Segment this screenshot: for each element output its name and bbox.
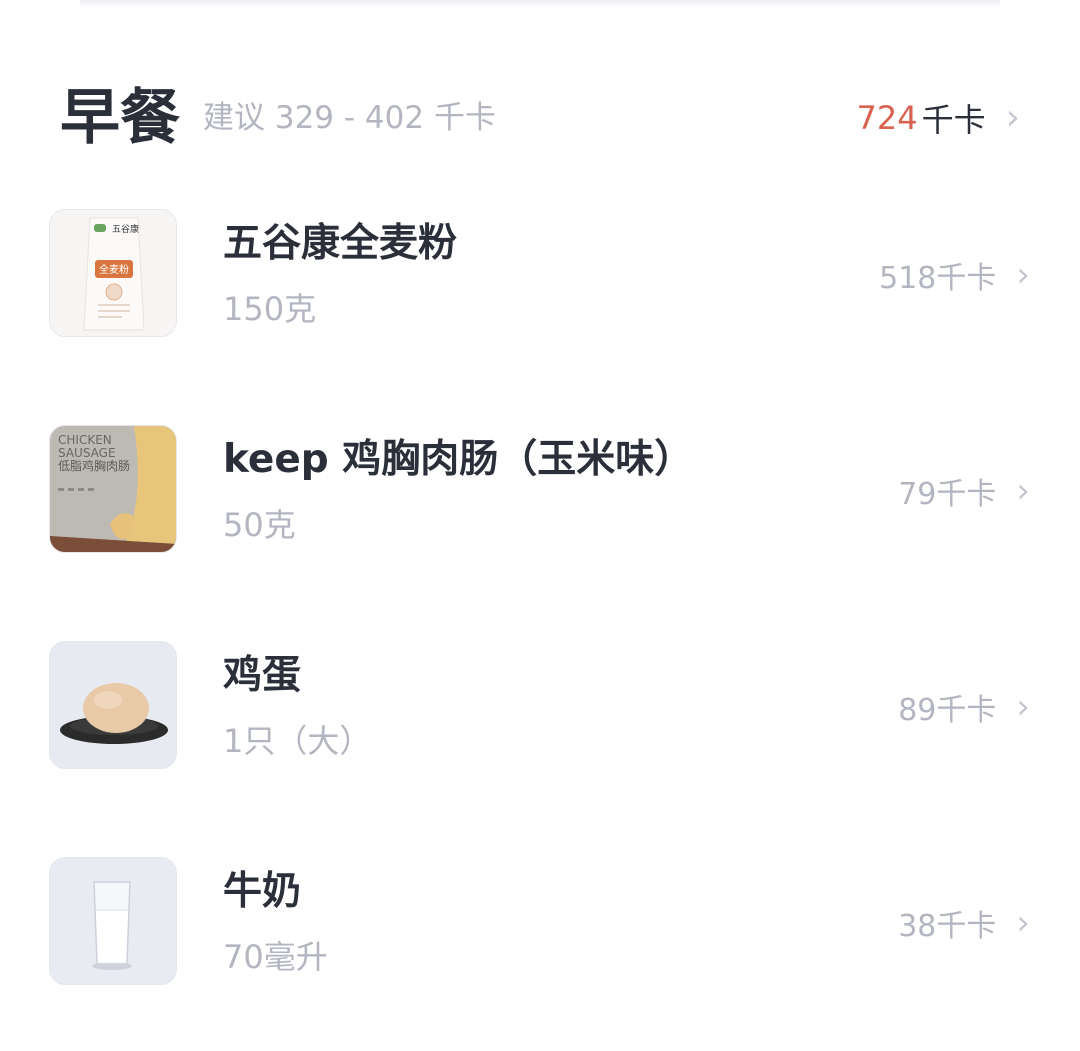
- sausage-pack-icon: CHICKEN SAUSAGE 低脂鸡胸肉肠: [50, 426, 176, 552]
- food-kcal-value: 89千卡: [898, 693, 997, 728]
- food-thumbnail: 五谷康 全麦粉: [49, 209, 177, 337]
- sausage-label-en2: SAUSAGE: [58, 446, 116, 460]
- flour-bag-label: 全麦粉: [99, 263, 129, 276]
- meal-header: 早餐 建议 329 - 402 千卡 724 千卡 ›: [0, 78, 1080, 158]
- food-item-milk[interactable]: 牛奶 70毫升 38千卡 ›: [0, 857, 1080, 987]
- food-item-egg[interactable]: 鸡蛋 1只（大） 89千卡 ›: [0, 641, 1080, 771]
- chevron-right-icon: ›: [1005, 97, 1020, 138]
- chevron-right-icon: ›: [1016, 903, 1030, 943]
- meal-suggestion: 建议 329 - 402 千卡: [203, 100, 496, 136]
- chevron-right-icon: ›: [1016, 471, 1030, 511]
- food-kcal: 38千卡 ›: [898, 901, 1030, 945]
- food-amount: 150克: [223, 290, 317, 328]
- food-item-sausage[interactable]: CHICKEN SAUSAGE 低脂鸡胸肉肠 keep 鸡胸肉肠（玉米味） 50…: [0, 425, 1080, 555]
- meal-total-button[interactable]: 724 千卡 ›: [857, 96, 1021, 140]
- food-amount: 50克: [223, 506, 296, 544]
- meal-title: 早餐: [60, 83, 180, 153]
- food-thumbnail: [49, 641, 177, 769]
- meal-total-value: 724: [856, 99, 918, 137]
- glass-of-milk-icon: [50, 858, 176, 984]
- food-name: 牛奶: [223, 869, 302, 914]
- food-kcal: 89千卡 ›: [898, 685, 1030, 729]
- meal-total-unit: 千卡: [921, 101, 986, 139]
- food-thumbnail: CHICKEN SAUSAGE 低脂鸡胸肉肠: [49, 425, 177, 553]
- food-kcal-value: 38千卡: [898, 909, 997, 944]
- food-name: 鸡蛋: [223, 653, 302, 698]
- food-thumbnail: [49, 857, 177, 985]
- food-kcal-value: 518千卡: [879, 261, 997, 296]
- food-kcal-value: 79千卡: [898, 477, 997, 512]
- food-name: 五谷康全麦粉: [223, 221, 458, 266]
- sausage-label-cn: 低脂鸡胸肉肠: [58, 458, 130, 473]
- chevron-right-icon: ›: [1016, 255, 1030, 295]
- sausage-label-en1: CHICKEN: [58, 433, 112, 447]
- flour-bag-icon: 五谷康 全麦粉: [50, 210, 176, 336]
- food-item-flour[interactable]: 五谷康 全麦粉 五谷康全麦粉 150克 518千卡 ›: [0, 209, 1080, 339]
- food-amount: 1只（大）: [223, 722, 372, 760]
- top-divider: [80, 0, 1000, 8]
- svg-text:五谷康: 五谷康: [112, 223, 139, 235]
- food-kcal: 79千卡 ›: [898, 469, 1030, 513]
- food-name: keep 鸡胸肉肠（玉米味）: [223, 437, 694, 482]
- chevron-right-icon: ›: [1016, 687, 1030, 727]
- food-kcal: 518千卡 ›: [879, 253, 1030, 297]
- food-amount: 70毫升: [223, 938, 328, 976]
- egg-on-plate-icon: [50, 642, 176, 768]
